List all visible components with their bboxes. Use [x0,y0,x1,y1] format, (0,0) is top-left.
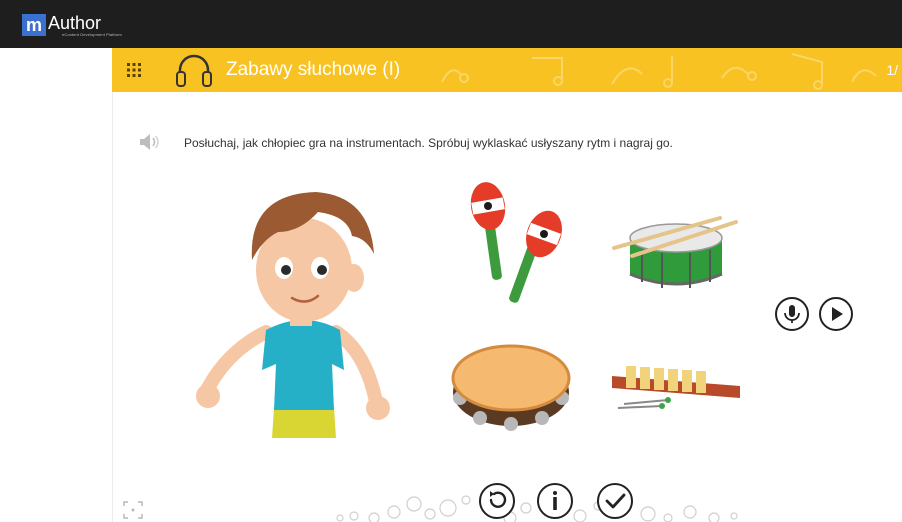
info-button[interactable] [536,482,574,520]
lesson-title: Zabawy słuchowe (I) [226,59,401,80]
speaker-icon[interactable] [138,132,160,152]
reset-button[interactable] [478,482,516,520]
grid-menu-icon[interactable] [126,62,142,78]
lesson-header: Zabawy słuchowe (I) 1/ [112,48,902,92]
logo-name: Author [48,13,102,33]
fullscreen-icon[interactable] [122,500,144,520]
boy-image [196,192,390,438]
instruction-text: Posłuchaj, jak chłopiec gra na instrumen… [184,136,673,150]
check-button[interactable] [596,482,634,520]
tambourine-image[interactable] [448,340,574,432]
drum-image[interactable] [612,208,740,298]
microphone-record-button[interactable] [774,296,810,332]
maracas-image[interactable] [466,178,576,310]
top-bar: m Author eContent Development Platform [0,0,902,48]
logo-tagline: eContent Development Platform [62,32,122,37]
page-indicator: 1/ [886,62,898,78]
headphones-icon [176,54,212,87]
xylophone-image[interactable] [608,360,744,416]
play-button[interactable] [818,296,854,332]
logo-letter: m [22,14,46,36]
